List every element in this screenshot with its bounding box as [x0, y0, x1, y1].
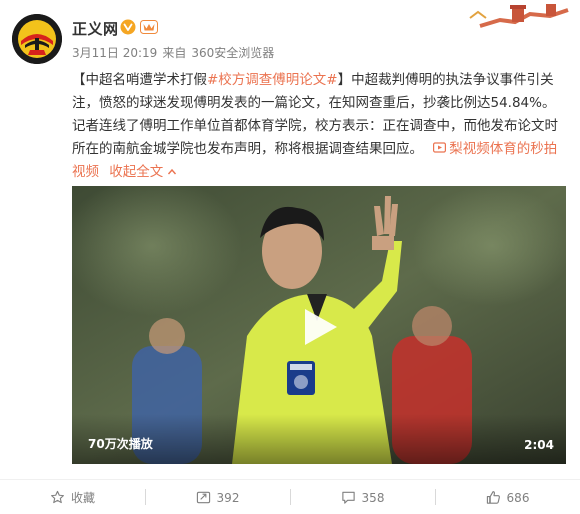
logo-icon — [12, 14, 62, 64]
star-icon — [51, 490, 64, 504]
hashtag-link[interactable]: #校方调查傅明论文# — [207, 72, 338, 88]
post-date[interactable]: 3月11日 20:19 — [72, 46, 157, 60]
repost-button[interactable]: 392 — [145, 480, 290, 514]
title-close: 】 — [337, 72, 352, 88]
repost-count: 392 — [216, 490, 240, 505]
favorite-label: 收藏 — [70, 491, 95, 505]
play-icon[interactable] — [297, 305, 341, 349]
avatar[interactable] — [12, 14, 62, 64]
repost-icon — [196, 491, 210, 504]
like-button[interactable]: 686 — [435, 480, 580, 514]
video-player[interactable]: 70万次播放 2:04 — [72, 186, 566, 464]
post-meta: 3月11日 20:19 来自 360安全浏览器 — [72, 44, 279, 61]
title-open: 【中超名哨遭学术打假 — [72, 72, 207, 88]
comment-icon — [341, 491, 355, 504]
post-source[interactable]: 360安全浏览器 — [191, 46, 274, 60]
video-duration: 2:04 — [524, 438, 554, 452]
favorite-button[interactable]: 收藏 — [0, 480, 145, 514]
comment-button[interactable]: 358 — [290, 480, 435, 514]
action-bar: 收藏 392 358 686 — [0, 479, 580, 514]
comment-count: 358 — [361, 490, 385, 505]
verified-v-icon — [120, 19, 136, 35]
weibo-post-card: 正义网 3月11日 20:19 来自 360安全浏览器 【中超名哨遭学术打假#校方调… — [0, 0, 580, 514]
post-text: 【中超名哨遭学术打假#校方调查傅明论文#】中超裁判傅明的执法争议事件引关注，愤怒… — [72, 69, 566, 184]
thumbs-up-icon — [486, 491, 500, 504]
collapse-text-link[interactable]: 收起全文 — [109, 164, 163, 180]
chevron-up-icon[interactable] — [167, 167, 177, 177]
author-name[interactable]: 正义网 — [72, 18, 119, 39]
from-label: 来自 — [162, 46, 187, 60]
vip-crown-icon[interactable] — [140, 19, 158, 35]
video-link-icon — [433, 142, 447, 153]
like-count: 686 — [506, 490, 530, 505]
great-wall-decoration-icon — [460, 0, 570, 32]
video-views: 70万次播放 — [88, 437, 153, 451]
